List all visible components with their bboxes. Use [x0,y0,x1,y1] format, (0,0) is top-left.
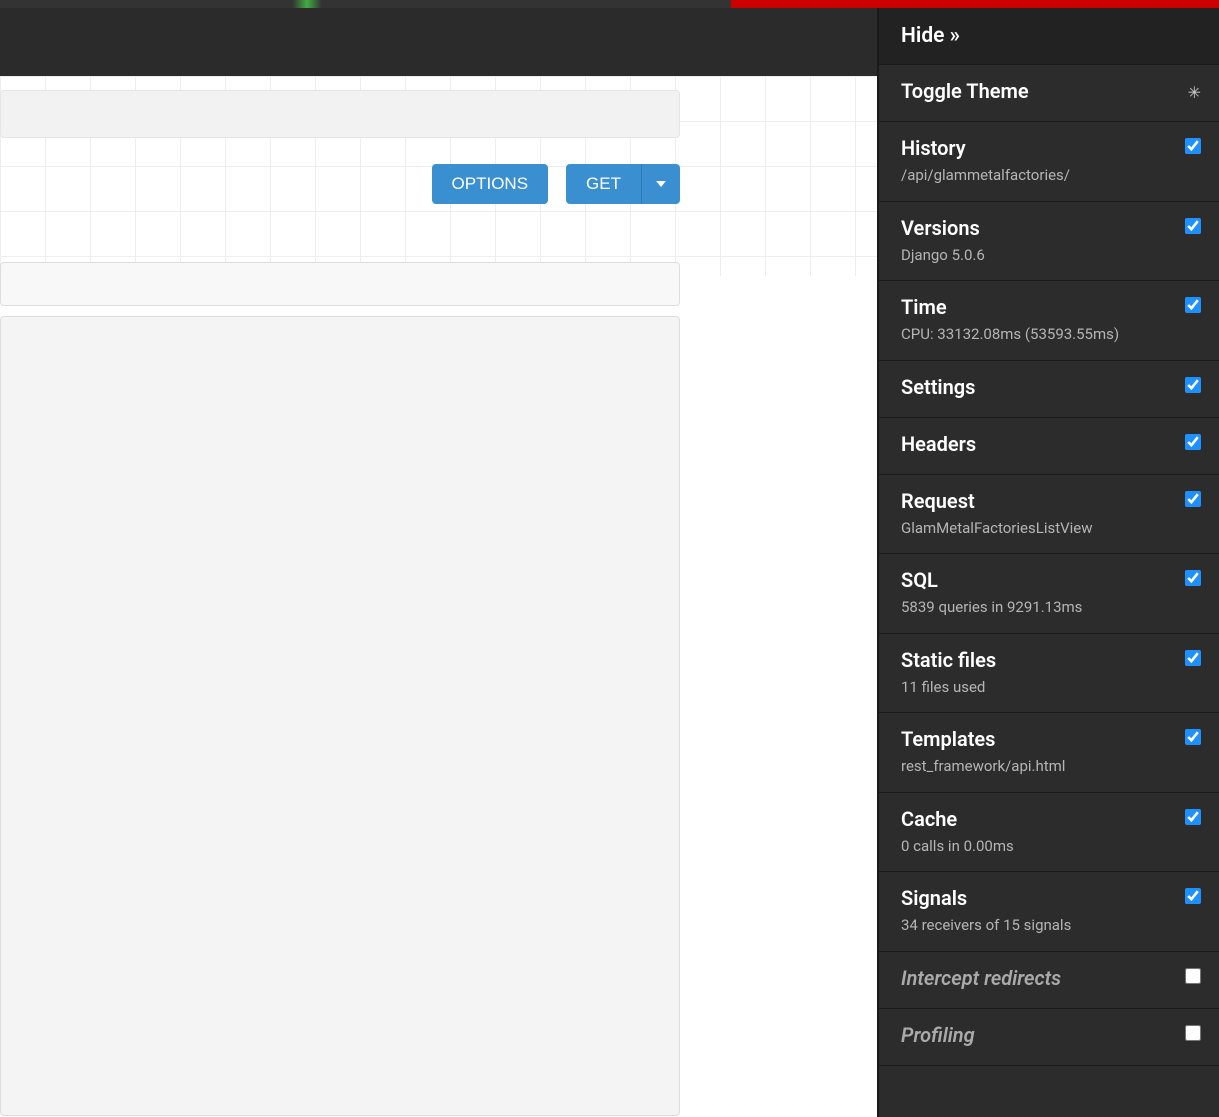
panel-toggle-checkbox[interactable] [1185,491,1201,507]
panel-title: Settings [901,375,1197,399]
panel-title: Versions [901,216,1197,240]
action-buttons: OPTIONS GET [0,164,680,204]
debug-panel-time[interactable]: Time CPU: 33132.08ms (53593.55ms) [879,281,1219,361]
panel-title: Cache [901,807,1197,831]
panel-title: SQL [901,568,1197,592]
panel-subtitle: GlamMetalFactoriesListView [901,517,1197,540]
theme-toggle-icon: ✳ [1188,83,1201,102]
debug-panel-profiling[interactable]: Profiling [879,1009,1219,1066]
panel-title: Profiling [901,1023,1197,1047]
panel-title: Headers [901,432,1197,456]
panel-subtitle: 5839 queries in 9291.13ms [901,596,1197,619]
panel-toggle-checkbox[interactable] [1185,888,1201,904]
panel-subtitle: Django 5.0.6 [901,244,1197,267]
debug-panel-toggle-theme[interactable]: Toggle Theme✳ [879,65,1219,122]
panel-toggle-checkbox[interactable] [1185,729,1201,745]
debug-panel-headers[interactable]: Headers [879,418,1219,475]
panel-toggle-checkbox[interactable] [1185,570,1201,586]
get-dropdown-toggle[interactable] [641,164,680,204]
panel-toggle-checkbox[interactable] [1185,377,1201,393]
response-header-panel [0,262,680,306]
panel-subtitle: 34 receivers of 15 signals [901,914,1197,937]
panel-toggle-checkbox[interactable] [1185,218,1201,234]
debug-panel-signals[interactable]: Signals 34 receivers of 15 signals [879,872,1219,952]
options-button[interactable]: OPTIONS [432,164,549,204]
hide-toolbar-button[interactable]: Hide » [879,8,1219,65]
debug-panel-sql[interactable]: SQL 5839 queries in 9291.13ms [879,554,1219,634]
debug-panel-request[interactable]: Request GlamMetalFactoriesListView [879,475,1219,555]
panel-toggle-checkbox[interactable] [1185,138,1201,154]
panel-toggle-checkbox[interactable] [1185,434,1201,450]
panel-subtitle: 0 calls in 0.00ms [901,835,1197,858]
panel-toggle-checkbox[interactable] [1185,297,1201,313]
panel-title: History [901,136,1197,160]
panel-subtitle: CPU: 33132.08ms (53593.55ms) [901,323,1197,346]
panel-title: Static files [901,648,1197,672]
panel-title: Request [901,489,1197,513]
panel-title: Intercept redirects [901,966,1197,990]
panel-subtitle: 11 files used [901,676,1197,699]
panel-title: Time [901,295,1197,319]
debug-panel-cache[interactable]: Cache 0 calls in 0.00ms [879,793,1219,873]
panel-toggle-checkbox[interactable] [1185,1025,1201,1041]
debug-panel-static-files[interactable]: Static files 11 files used [879,634,1219,714]
panel-title: Templates [901,727,1197,751]
panel-title: Toggle Theme [901,79,1197,103]
panel-title: Signals [901,886,1197,910]
debug-panel-versions[interactable]: Versions Django 5.0.6 [879,202,1219,282]
top-red-bar [0,0,1219,8]
top-bar-accent [0,0,731,8]
panel-toggle-checkbox[interactable] [1185,650,1201,666]
panel-subtitle: rest_framework/api.html [901,755,1197,778]
django-debug-toolbar: Hide » Toggle Theme✳History/api/glammeta… [877,8,1219,1117]
panel-toggle-checkbox[interactable] [1185,809,1201,825]
debug-panel-history[interactable]: History/api/glammetalfactories/ [879,122,1219,202]
main-content: OPTIONS GET [0,76,877,1117]
response-body-panel [0,316,680,1116]
get-button-group: GET [566,164,680,204]
get-button[interactable]: GET [566,164,641,204]
panel-subtitle: /api/glammetalfactories/ [901,164,1197,187]
debug-panel-settings[interactable]: Settings [879,361,1219,418]
debug-panel-intercept-redirects[interactable]: Intercept redirects [879,952,1219,1009]
panel-toggle-checkbox[interactable] [1185,968,1201,984]
filter-input[interactable] [0,90,680,138]
debug-panel-templates[interactable]: Templates rest_framework/api.html [879,713,1219,793]
caret-down-icon [656,181,666,187]
